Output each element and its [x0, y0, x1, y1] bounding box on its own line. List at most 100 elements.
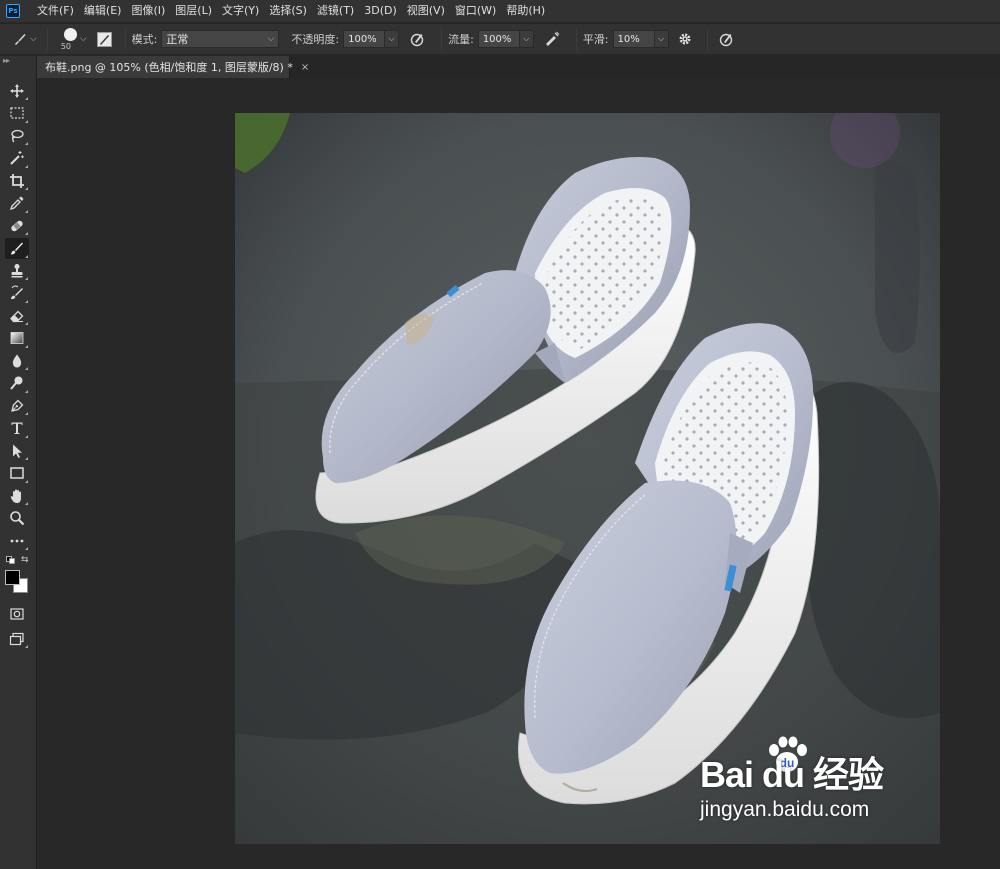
tool-group-indicator	[25, 299, 28, 303]
menu-type[interactable]: 文字(Y)	[217, 0, 264, 22]
pressure-size-toggle[interactable]	[716, 29, 736, 49]
menu-bar: Ps 文件(F) 编辑(E) 图像(I) 图层(L) 文字(Y) 选择(S) 滤…	[0, 0, 1000, 22]
stamp-icon	[11, 263, 23, 277]
lasso-tool[interactable]	[5, 125, 29, 146]
arrow-cursor-icon	[13, 444, 22, 458]
tool-group-indicator	[25, 457, 28, 460]
baidu-watermark: du Bai du 经验 jingyan.baidu.com	[696, 736, 926, 826]
magic-wand-icon	[10, 151, 24, 165]
menu-edit[interactable]: 编辑(E)	[79, 0, 127, 22]
opacity-input[interactable]: 100%	[343, 30, 386, 48]
screen-mode-button[interactable]	[5, 628, 29, 649]
clone-stamp-tool[interactable]	[5, 260, 29, 281]
gradient-tool[interactable]	[5, 328, 29, 349]
brush-settings-toggle[interactable]	[95, 29, 115, 49]
divider	[441, 28, 443, 50]
eyedropper-icon	[9, 196, 24, 211]
opacity-label: 不透明度:	[291, 33, 340, 46]
default-colors-icon[interactable]	[6, 556, 16, 564]
brush-icon	[11, 242, 23, 255]
menu-layer[interactable]: 图层(L)	[170, 0, 217, 22]
menu-view[interactable]: 视图(V)	[402, 0, 450, 22]
brush-size-label: 50	[60, 42, 72, 51]
tool-group-indicator	[25, 434, 28, 438]
pen-icon	[11, 399, 24, 412]
menu-image[interactable]: 图像(I)	[126, 0, 170, 22]
dodge-icon	[10, 376, 23, 390]
zoom-tool[interactable]	[5, 508, 29, 529]
tool-group-indicator	[25, 389, 28, 393]
divider	[575, 28, 577, 50]
menu-filter[interactable]: 滤镜(T)	[312, 0, 359, 22]
tool-group-indicator	[25, 187, 28, 190]
pressure-opacity-toggle[interactable]	[407, 29, 427, 49]
ellipsis-icon	[10, 539, 24, 542]
blur-tool[interactable]	[5, 350, 29, 371]
tools-panel: ▸▸ ⇆	[0, 56, 37, 869]
dodge-tool[interactable]	[5, 373, 29, 394]
healing-brush-tool[interactable]	[5, 215, 29, 236]
eraser-tool[interactable]	[5, 305, 29, 326]
tool-group-indicator	[25, 97, 28, 100]
type-icon	[11, 422, 23, 434]
eyedropper-tool[interactable]	[5, 193, 29, 214]
menu-select[interactable]: 选择(S)	[264, 0, 312, 22]
menu-help[interactable]: 帮助(H)	[501, 0, 550, 22]
path-selection-tool[interactable]	[5, 440, 29, 461]
bandage-icon	[11, 220, 23, 231]
tool-group-indicator	[25, 277, 28, 280]
flow-input[interactable]: 100%	[477, 30, 520, 48]
divider	[706, 28, 708, 50]
smoothing-settings-button[interactable]	[675, 29, 695, 49]
divider	[124, 28, 126, 50]
document-tab-title: 布鞋.png @ 105% (色相/饱和度 1, 图层蒙版/8) *	[45, 61, 293, 74]
watermark-url: jingyan.baidu.com	[700, 798, 870, 821]
foreground-color[interactable]	[5, 570, 20, 585]
pen-tool[interactable]	[5, 395, 29, 416]
crop-tool[interactable]	[5, 170, 29, 191]
document-canvas[interactable]: du Bai du 经验 jingyan.baidu.com	[235, 113, 940, 844]
tool-group-indicator	[25, 254, 28, 258]
airbrush-toggle[interactable]	[542, 29, 562, 49]
photoshop-logo: Ps	[6, 4, 20, 18]
color-swatches: ⇆	[3, 555, 33, 595]
crop-icon	[10, 173, 24, 188]
menu-window[interactable]: 窗口(W)	[450, 0, 501, 22]
swap-colors-icon[interactable]: ⇆	[21, 555, 29, 565]
brush-tool[interactable]	[5, 237, 29, 259]
menu-3d[interactable]: 3D(D)	[359, 0, 402, 22]
flow-dropdown[interactable]: ⌵	[519, 30, 534, 48]
magic-wand-tool[interactable]	[5, 148, 29, 169]
menu-file[interactable]: 文件(F)	[32, 0, 79, 22]
marquee-tool[interactable]	[5, 103, 29, 124]
hand-icon	[10, 489, 21, 503]
tool-preset-picker[interactable]	[10, 29, 30, 49]
smoothing-dropdown[interactable]: ⌵	[654, 30, 669, 48]
more-tools[interactable]	[5, 530, 29, 551]
smoothing-input[interactable]: 10%	[612, 30, 655, 48]
history-brush-tool[interactable]	[5, 283, 29, 304]
quick-mask-button[interactable]	[5, 603, 29, 624]
tool-group-indicator	[25, 119, 28, 123]
opacity-dropdown[interactable]: ⌵	[385, 30, 400, 48]
mode-select[interactable]: 正常 ⌵	[161, 30, 280, 48]
workspace[interactable]: du Bai du 经验 jingyan.baidu.com	[37, 78, 1000, 869]
droplet-icon	[12, 354, 22, 367]
brush-preset-picker[interactable]: 50 ⌵	[56, 25, 91, 53]
watermark-brand: Bai du 经验	[700, 754, 884, 795]
rectangle-tool[interactable]	[5, 463, 29, 484]
brush-tip-preview: 50	[56, 25, 86, 53]
panel-collapse-handle[interactable]: ▸▸	[0, 56, 36, 66]
move-icon	[10, 83, 24, 98]
document-tab[interactable]: 布鞋.png @ 105% (色相/饱和度 1, 图层蒙版/8) * ×	[37, 56, 309, 78]
screen-mode-icon	[9, 632, 24, 645]
type-tool[interactable]	[5, 418, 29, 439]
move-tool[interactable]	[5, 80, 29, 101]
shoe-photo	[235, 113, 940, 844]
hand-tool[interactable]	[5, 485, 29, 506]
divider	[46, 28, 48, 50]
close-icon[interactable]: ×	[301, 62, 309, 73]
chevron-down-icon[interactable]: ⌵	[30, 34, 37, 44]
tool-group-indicator	[25, 412, 28, 415]
tool-group-indicator	[25, 164, 28, 168]
